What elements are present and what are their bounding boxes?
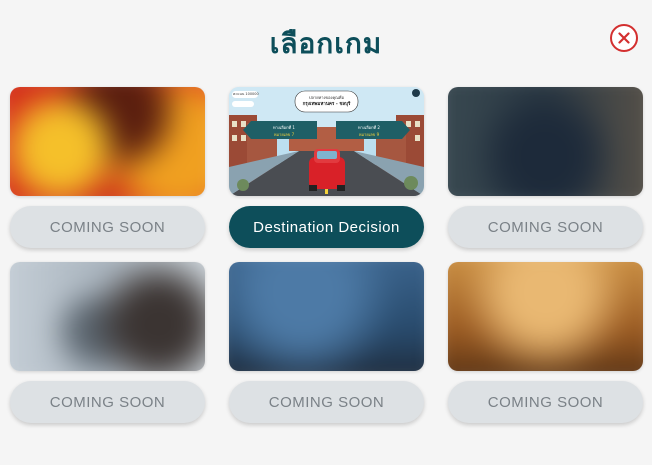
game-thumbnail-blurred xyxy=(229,262,424,371)
destination-decision-thumbnail[interactable]: คะแนน 100000 ปลายทางของคุณคือ กรุงเทพมหา… xyxy=(229,87,424,196)
right-sign-text: ทางเลือกที่ 2 xyxy=(358,125,380,130)
left-sign-text: ทางเลือกที่ 1 xyxy=(273,125,295,130)
game-card: COMING SOON xyxy=(229,262,424,423)
game-card-destination-decision[interactable]: คะแนน 100000 ปลายทางของคุณคือ กรุงเทพมหา… xyxy=(229,87,424,248)
destination-banner-text: กรุงเทพมหานคร - ชลบุรี xyxy=(302,102,351,107)
coming-soon-button: COMING SOON xyxy=(10,206,205,248)
game-thumbnail-blurred xyxy=(448,87,643,196)
score-label: คะแนน 100000 xyxy=(233,92,259,96)
right-sign-value: หมายเลข 9 xyxy=(358,132,380,137)
game-grid: COMING SOON คะแนน 100000 ปลายทางของคุณคื… xyxy=(10,87,643,423)
game-thumbnail-blurred xyxy=(10,262,205,371)
game-card: COMING SOON xyxy=(448,87,643,248)
left-sign-value: หมายเลข 7 xyxy=(273,132,295,137)
close-button[interactable] xyxy=(610,24,638,52)
game-thumbnail-blurred xyxy=(10,87,205,196)
coming-soon-button: COMING SOON xyxy=(448,206,643,248)
game-thumbnail-blurred xyxy=(448,262,643,371)
coming-soon-button: COMING SOON xyxy=(448,381,643,423)
game-card: COMING SOON xyxy=(10,262,205,423)
coming-soon-button: COMING SOON xyxy=(10,381,205,423)
game-card: COMING SOON xyxy=(10,87,205,248)
coming-soon-button: COMING SOON xyxy=(229,381,424,423)
close-icon xyxy=(618,32,630,44)
page-title: เลือกเกม xyxy=(269,27,383,60)
game-card: COMING SOON xyxy=(448,262,643,423)
destination-decision-button[interactable]: Destination Decision xyxy=(229,206,424,248)
